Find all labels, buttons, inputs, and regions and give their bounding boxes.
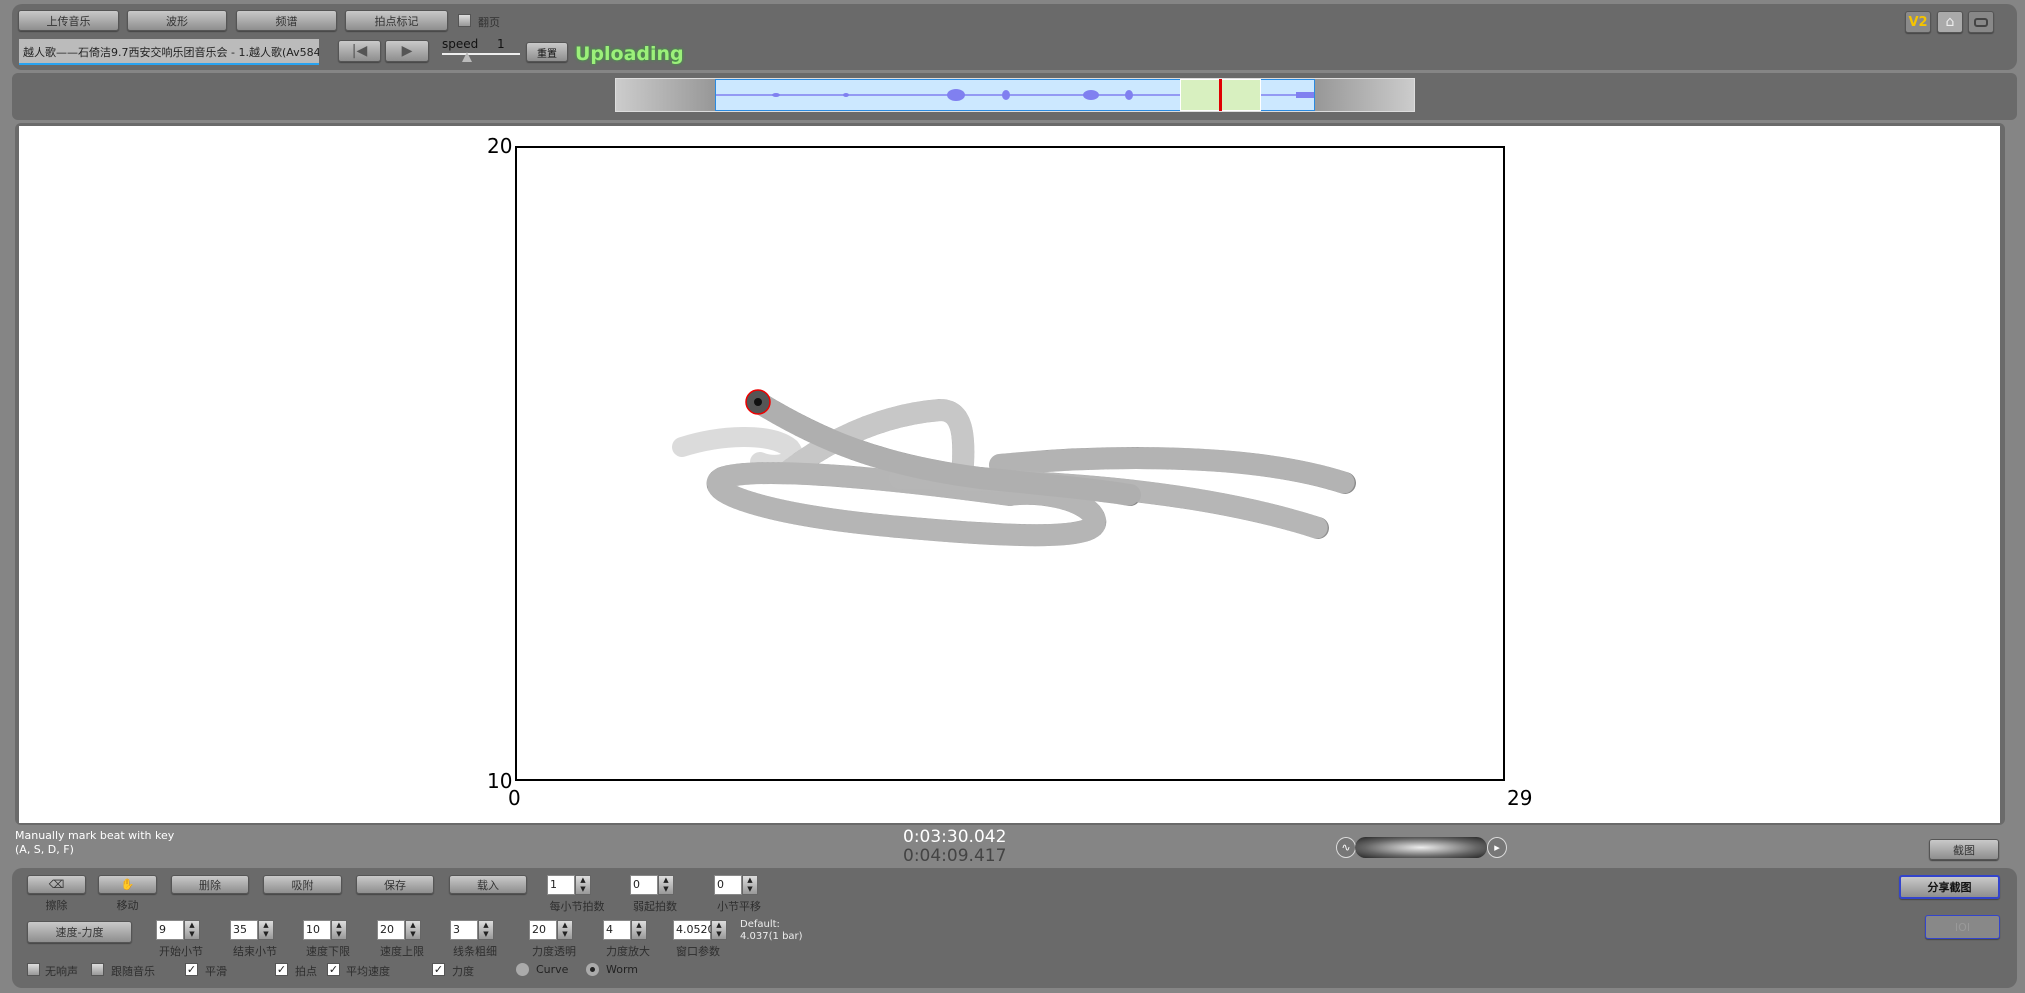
worm-ghost-segment	[672, 427, 803, 475]
worm-label: Worm	[606, 963, 639, 976]
move-button[interactable]: ✋	[98, 875, 157, 894]
current-time: 0:03:30.042	[903, 827, 1007, 847]
average-tempo-checkbox[interactable]: ✓	[327, 963, 340, 976]
dynamics-label: 力度	[452, 965, 474, 978]
start-bar-label: 开始小节	[159, 945, 203, 958]
tempo-max-label: 速度上限	[380, 945, 424, 958]
beats-checkbox[interactable]: ✓	[275, 963, 288, 976]
tempo-min-stepper[interactable]: 10 ▲ ▼	[303, 920, 347, 940]
end-bar-stepper[interactable]: 35 ▲ ▼	[230, 920, 274, 940]
beat-key-hint-line1: Manually mark beat with key	[15, 829, 175, 842]
dynamics-scale-label: 力度放大	[606, 945, 650, 958]
mode-slider[interactable]	[1355, 837, 1487, 858]
dynamics-alpha-stepper[interactable]: 20 ▲ ▼	[529, 920, 573, 940]
smooth-label: 平滑	[205, 965, 227, 978]
line-width-stepper[interactable]: 3 ▲ ▼	[450, 920, 494, 940]
spectrum-mode-icon[interactable]: ▸	[1487, 837, 1507, 858]
dynamics-scale-stepper[interactable]: 4 ▲ ▼	[603, 920, 647, 940]
beats-per-bar-label: 每小节拍数	[549, 900, 605, 913]
share-screenshot-button[interactable]: 分享截图	[1899, 875, 2000, 899]
start-bar-stepper[interactable]: 9 ▲ ▼	[156, 920, 200, 940]
worm-visualization	[672, 389, 1356, 547]
tempo-min-label: 速度下限	[306, 945, 350, 958]
follow-music-checkbox[interactable]	[91, 963, 104, 976]
curve-radio[interactable]	[516, 963, 529, 976]
tempo-dynamics-button[interactable]: 速度-力度	[27, 921, 132, 943]
snap-button[interactable]: 吸附	[263, 875, 342, 894]
line-width-label: 线条粗细	[453, 945, 497, 958]
save-button[interactable]: 保存	[356, 875, 434, 894]
total-time: 0:04:09.417	[903, 846, 1007, 866]
waveform-mode-icon[interactable]: ∿	[1336, 837, 1356, 858]
default-hint-line1: Default:	[740, 919, 780, 930]
load-button[interactable]: 载入	[449, 875, 527, 894]
mute-click-label: 无响声	[45, 965, 78, 978]
mute-click-checkbox[interactable]	[27, 963, 40, 976]
move-label: 移动	[116, 899, 139, 912]
erase-label: 擦除	[45, 899, 68, 912]
end-bar-label: 结束小节	[233, 945, 277, 958]
beat-key-hint-line2: (A, S, D, F)	[15, 843, 74, 856]
tempo-max-stepper[interactable]: 20 ▲ ▼	[377, 920, 421, 940]
eraser-icon: ⌫	[48, 878, 65, 891]
pickup-beats-label: 弱起拍数	[633, 900, 677, 913]
smooth-checkbox[interactable]: ✓	[185, 963, 198, 976]
dynamics-alpha-label: 力度透明	[532, 945, 576, 958]
erase-button[interactable]: ⌫	[27, 875, 86, 894]
beats-label: 拍点	[295, 965, 317, 978]
average-tempo-label: 平均速度	[346, 965, 390, 978]
ioi-button: IOI	[1925, 915, 2000, 939]
window-param-stepper[interactable]: 4.0520 ▲ ▼	[673, 920, 727, 940]
dynamics-checkbox[interactable]: ✓	[432, 963, 445, 976]
delete-button[interactable]: 删除	[171, 875, 249, 894]
bar-shift-label: 小节平移	[717, 900, 761, 913]
screenshot-button[interactable]: 截图	[1929, 839, 1999, 860]
window-param-label: 窗口参数	[676, 945, 720, 958]
follow-music-label: 跟随音乐	[111, 965, 155, 978]
move-icon: ✋	[120, 878, 135, 891]
beats-per-bar-stepper[interactable]: 1 ▲ ▼	[547, 875, 591, 895]
bar-shift-stepper[interactable]: 0 ▲ ▼	[714, 875, 758, 895]
worm-radio[interactable]	[586, 963, 599, 976]
default-hint-line2: 4.037(1 bar)	[740, 931, 803, 942]
curve-label: Curve	[536, 963, 569, 976]
pickup-beats-stepper[interactable]: 0 ▲ ▼	[630, 875, 674, 895]
